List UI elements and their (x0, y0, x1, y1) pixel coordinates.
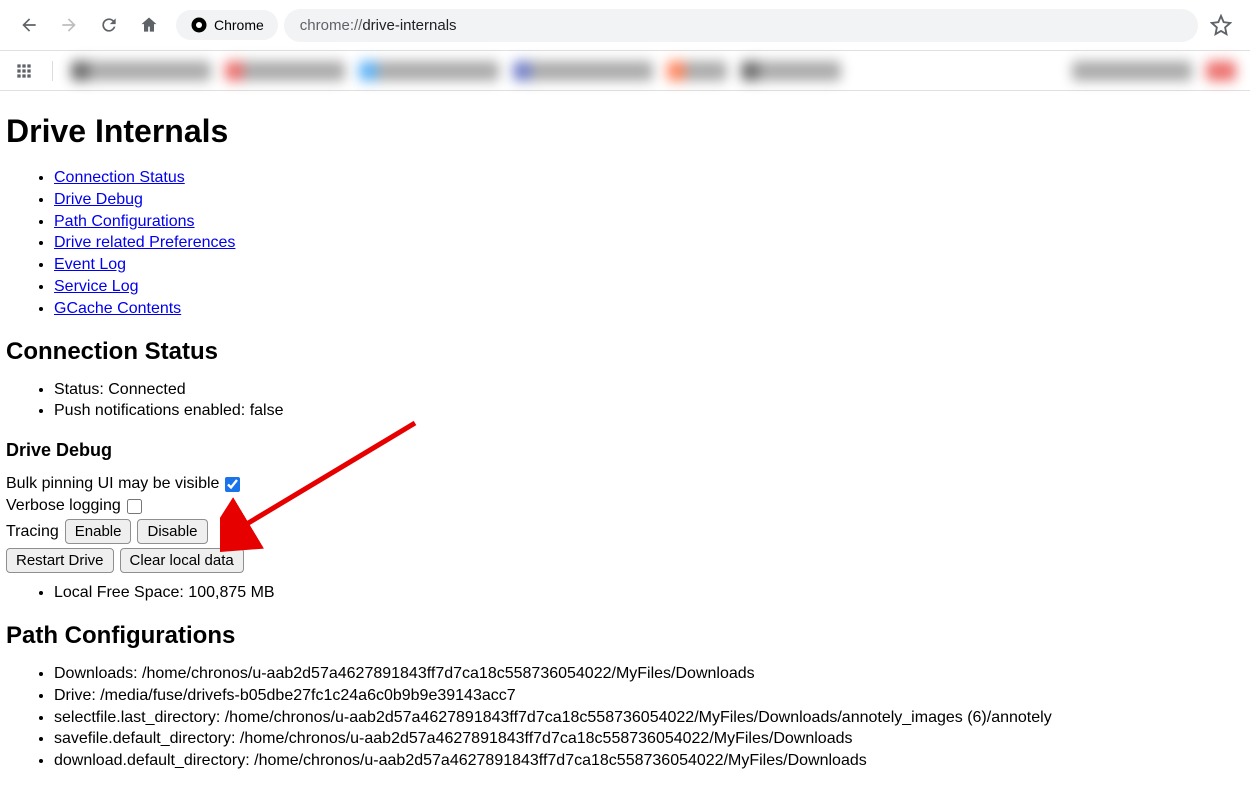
bookmarks-bar (0, 51, 1250, 91)
url-path: drive-internals (362, 17, 456, 34)
bookmark-item[interactable] (1072, 61, 1192, 81)
back-button[interactable] (12, 8, 46, 42)
bookmark-item[interactable] (1206, 61, 1236, 81)
list-item: Connection Status (54, 168, 1244, 189)
list-item: Status: Connected (54, 380, 1244, 401)
url-scheme: chrome:// (300, 17, 363, 34)
tracing-enable-button[interactable]: Enable (65, 519, 132, 544)
nav-link-path-configurations[interactable]: Path Configurations (54, 213, 195, 230)
reload-button[interactable] (92, 8, 126, 42)
list-item: Downloads: /home/chronos/u-aab2d57a46278… (54, 664, 1244, 685)
bulk-pinning-label: Bulk pinning UI may be visible (6, 475, 219, 493)
tracing-label: Tracing (6, 523, 59, 541)
browser-toolbar: Chrome chrome://drive-internals (0, 0, 1250, 51)
connection-status-heading: Connection Status (6, 338, 1244, 366)
list-item: selectfile.last_directory: /home/chronos… (54, 708, 1244, 729)
divider (52, 61, 53, 81)
forward-button[interactable] (52, 8, 86, 42)
nav-link-gcache-contents[interactable]: GCache Contents (54, 300, 181, 317)
bookmark-item[interactable] (359, 61, 499, 81)
home-icon (139, 15, 159, 35)
nav-link-drive-debug[interactable]: Drive Debug (54, 191, 143, 208)
reload-icon (99, 15, 119, 35)
bookmark-item[interactable] (741, 61, 841, 81)
arrow-right-icon (59, 15, 79, 35)
nav-link-event-log[interactable]: Event Log (54, 256, 126, 273)
apps-icon[interactable] (14, 61, 34, 81)
verbose-logging-checkbox[interactable] (127, 499, 142, 514)
site-chip[interactable]: Chrome (176, 10, 278, 40)
home-button[interactable] (132, 8, 166, 42)
page-content: Drive Internals Connection Status Drive … (0, 91, 1250, 787)
list-item: Event Log (54, 255, 1244, 276)
list-item: Push notifications enabled: false (54, 401, 1244, 422)
address-bar[interactable]: chrome://drive-internals (284, 9, 1198, 42)
restart-drive-button[interactable]: Restart Drive (6, 548, 114, 573)
list-item: Service Log (54, 277, 1244, 298)
page-title: Drive Internals (6, 113, 1244, 150)
arrow-left-icon (19, 15, 39, 35)
tracing-disable-button[interactable]: Disable (137, 519, 207, 544)
list-item: Local Free Space: 100,875 MB (54, 583, 1244, 604)
list-item: GCache Contents (54, 299, 1244, 320)
nav-link-list: Connection Status Drive Debug Path Confi… (54, 168, 1244, 320)
drive-debug-info-list: Local Free Space: 100,875 MB (54, 583, 1244, 604)
nav-link-drive-preferences[interactable]: Drive related Preferences (54, 234, 235, 251)
list-item: Drive: /media/fuse/drivefs-b05dbe27fc1c2… (54, 686, 1244, 707)
bookmark-item[interactable] (71, 61, 211, 81)
chrome-icon (190, 16, 208, 34)
bookmark-item[interactable] (667, 61, 727, 81)
bookmark-item[interactable] (513, 61, 653, 81)
list-item: download.default_directory: /home/chrono… (54, 751, 1244, 772)
nav-link-connection-status[interactable]: Connection Status (54, 169, 185, 186)
site-chip-label: Chrome (214, 17, 264, 33)
list-item: Path Configurations (54, 212, 1244, 233)
verbose-logging-label: Verbose logging (6, 497, 121, 515)
star-icon (1210, 14, 1232, 36)
clear-local-data-button[interactable]: Clear local data (120, 548, 244, 573)
drive-debug-heading: Drive Debug (6, 440, 1244, 461)
connection-status-list: Status: Connected Push notifications ena… (54, 380, 1244, 423)
bookmark-star-button[interactable] (1204, 8, 1238, 42)
bookmark-item[interactable] (225, 61, 345, 81)
path-configurations-list: Downloads: /home/chronos/u-aab2d57a46278… (54, 664, 1244, 772)
nav-link-service-log[interactable]: Service Log (54, 278, 139, 295)
list-item: Drive Debug (54, 190, 1244, 211)
path-configurations-heading: Path Configurations (6, 622, 1244, 650)
bulk-pinning-checkbox[interactable] (225, 477, 240, 492)
list-item: savefile.default_directory: /home/chrono… (54, 729, 1244, 750)
list-item: Drive related Preferences (54, 233, 1244, 254)
